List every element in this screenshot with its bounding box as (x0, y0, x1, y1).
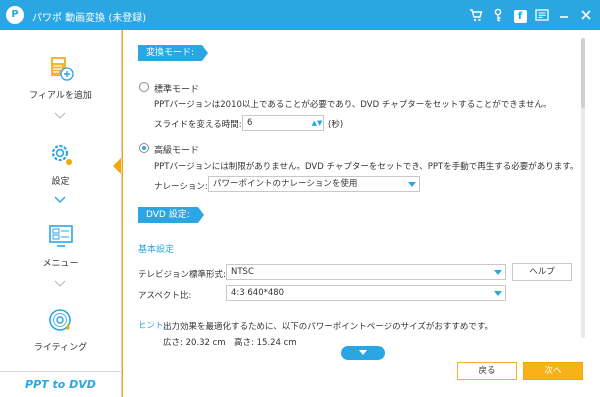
standard-mode-label[interactable]: 標準モード (154, 82, 199, 95)
advanced-mode-radio[interactable] (139, 143, 149, 153)
slide-time-label: スライドを変える時間: (154, 120, 242, 130)
chevron-down-icon (54, 112, 66, 119)
convert-mode-header: 変換モード: (138, 45, 209, 61)
narration-value: パワーポイントのナレーションを使用 (213, 179, 358, 189)
sidebar: フィアルを追加 設定 メニュー ライティング PPT to DVD (0, 30, 122, 397)
hint-size: 広さ: 20.32 cm 高さ: 15.24 cm (163, 338, 297, 348)
slide-time-value: 6 (247, 118, 253, 128)
window-title: パワポ 動画変換 (未登録) (32, 13, 147, 24)
brand-logo: PPT to DVD (0, 371, 121, 397)
key-icon[interactable] (490, 6, 506, 24)
facebook-glyph: f (513, 9, 527, 23)
scrollbar-thumb[interactable] (581, 38, 585, 108)
tv-standard-select[interactable]: NTSC (226, 264, 506, 280)
app-window: P パワポ 動画変換 (未登録) f フィアルを追加 設定 メニュー ライティン… (0, 0, 600, 397)
add-file-icon (47, 54, 75, 82)
facebook-icon[interactable]: f (512, 6, 528, 24)
sidebar-item-label: メニュー (42, 259, 79, 269)
tv-standard-value: NTSC (231, 267, 254, 277)
aspect-ratio-value: 4:3 640*480 (231, 288, 285, 298)
hint-text: 出力効果を最適化するために、以下のパワーポイントページのサイズがおすすめです。 (163, 322, 493, 332)
aspect-ratio-select[interactable]: 4:3 640*480 (226, 285, 506, 301)
slide-time-unit: (秒) (328, 120, 344, 130)
slide-time-input[interactable]: 6 ▲▼ (242, 115, 324, 131)
next-button[interactable]: 次へ (523, 362, 583, 380)
active-indicator (113, 158, 121, 174)
help-button[interactable]: ヘルプ (512, 263, 572, 281)
minimize-icon[interactable] (556, 6, 572, 24)
scroll-down-button[interactable] (341, 346, 385, 360)
basic-settings-title: 基本設定 (138, 245, 175, 255)
sidebar-item-label: フィアルを追加 (29, 91, 92, 101)
sidebar-item-burn[interactable]: ライティング (0, 306, 121, 353)
sidebar-item-add-file[interactable]: フィアルを追加 (0, 54, 121, 101)
dvd-settings-header: DVD 設定: (138, 207, 204, 223)
standard-mode-description: PPTバージョンは2010以上であることが必要であり、DVD チャプターをセット… (154, 100, 552, 110)
cart-icon[interactable] (468, 6, 484, 24)
sidebar-item-menu[interactable]: メニュー (0, 222, 121, 269)
narration-select[interactable]: パワーポイントのナレーションを使用 (208, 176, 420, 192)
dropdown-arrow-icon (408, 182, 416, 187)
narration-label: ナレーション: (154, 182, 208, 192)
title-bar-actions: f (468, 6, 594, 24)
close-icon[interactable] (578, 6, 594, 24)
sidebar-divider (122, 30, 123, 397)
spinner-icon[interactable]: ▲▼ (311, 116, 323, 130)
advanced-mode-label[interactable]: 高級モード (154, 143, 199, 156)
sidebar-item-label: ライティング (33, 343, 88, 353)
app-logo-icon: P (6, 6, 24, 24)
chevron-down-icon (54, 280, 66, 287)
sidebar-item-settings[interactable]: 設定 (0, 140, 121, 187)
scrollbar[interactable] (581, 38, 585, 338)
tv-standard-label: テレビジョン標準形式: (138, 270, 226, 280)
standard-mode-radio[interactable] (139, 82, 149, 92)
aspect-ratio-label: アスペクト比: (138, 291, 192, 301)
menu-template-icon (47, 222, 75, 250)
chevron-down-icon (54, 196, 66, 203)
feedback-icon[interactable] (534, 6, 550, 24)
sidebar-item-label: 設定 (51, 177, 70, 187)
burn-disc-icon (47, 306, 75, 334)
advanced-mode-description: PPTバージョンには制限がありません。DVD チャプターをセットでき、PPTを手… (154, 162, 579, 172)
back-button[interactable]: 戻る (457, 362, 517, 380)
dropdown-arrow-icon (494, 270, 502, 275)
title-bar: P パワポ 動画変換 (未登録) f (0, 0, 600, 30)
dropdown-arrow-icon (494, 291, 502, 296)
settings-gear-icon (47, 140, 75, 168)
